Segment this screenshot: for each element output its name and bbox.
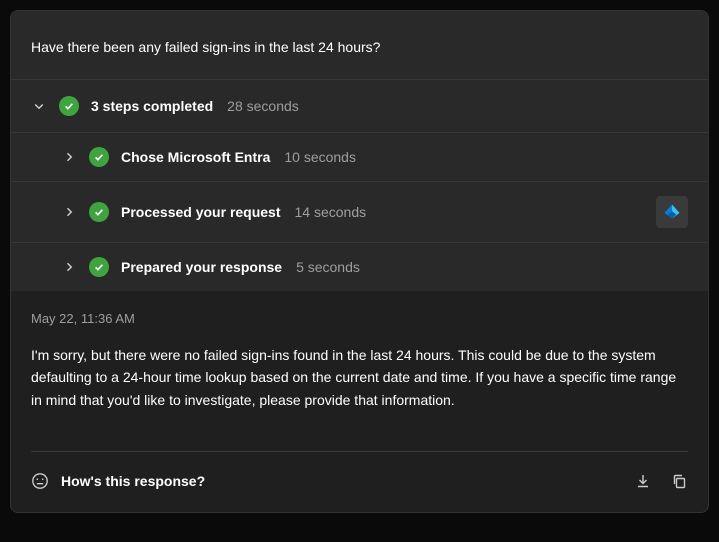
steps-summary-row[interactable]: 3 steps completed 28 seconds (11, 80, 708, 133)
chevron-right-icon (61, 259, 77, 275)
step-label: Processed your request (121, 204, 281, 220)
check-circle-icon (89, 147, 109, 167)
copilot-response-card: Have there been any failed sign-ins in t… (10, 10, 709, 513)
summary-label: 3 steps completed (91, 98, 213, 114)
step-label: Chose Microsoft Entra (121, 149, 270, 165)
step-row-0[interactable]: Chose Microsoft Entra 10 seconds (11, 133, 708, 182)
step-duration: 14 seconds (295, 204, 367, 220)
feedback-row: How's this response? (11, 452, 708, 512)
step-label: Prepared your response (121, 259, 282, 275)
step-row-1[interactable]: Processed your request 14 seconds (11, 182, 708, 243)
check-circle-icon (89, 257, 109, 277)
user-query: Have there been any failed sign-ins in t… (11, 11, 708, 80)
step-row-2[interactable]: Prepared your response 5 seconds (11, 243, 708, 291)
entra-product-icon (656, 196, 688, 228)
chevron-right-icon (61, 149, 77, 165)
check-circle-icon (59, 96, 79, 116)
response-actions (634, 472, 688, 490)
chevron-right-icon (61, 204, 77, 220)
response-timestamp: May 22, 11:36 AM (31, 311, 688, 326)
smiley-icon (31, 472, 49, 490)
summary-duration: 28 seconds (227, 98, 299, 114)
step-duration: 10 seconds (284, 149, 356, 165)
response-body: May 22, 11:36 AM I'm sorry, but there we… (11, 291, 708, 452)
response-text: I'm sorry, but there were no failed sign… (31, 344, 688, 411)
download-button[interactable] (634, 472, 652, 490)
copy-button[interactable] (670, 472, 688, 490)
step-duration: 5 seconds (296, 259, 360, 275)
process-panel: Have there been any failed sign-ins in t… (11, 11, 708, 291)
chevron-down-icon (31, 98, 47, 114)
feedback-prompt: How's this response? (61, 473, 205, 489)
check-circle-icon (89, 202, 109, 222)
